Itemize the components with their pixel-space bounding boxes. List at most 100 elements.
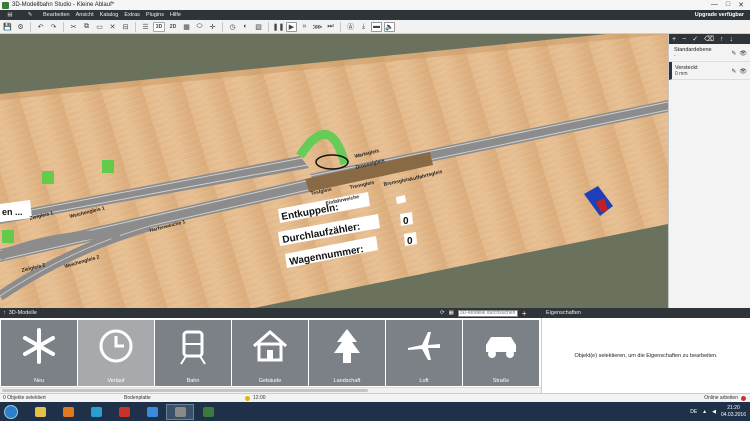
- copy-icon[interactable]: ⧉: [81, 22, 92, 32]
- asterisk-icon: [23, 328, 55, 364]
- taskbar-explorer-icon[interactable]: [26, 404, 54, 420]
- remove-layer-icon[interactable]: −: [682, 36, 686, 43]
- title-bar: 3D-Modellbahn Studio - Kleine Ablauf* — …: [0, 0, 750, 10]
- clear-layer-icon[interactable]: ⌫: [704, 35, 714, 43]
- settings-gear-icon[interactable]: ⚙: [15, 22, 26, 32]
- move-down-icon[interactable]: ↓: [729, 36, 733, 43]
- eye-icon[interactable]: 👁: [739, 50, 747, 57]
- menu-ansicht[interactable]: Ansicht: [73, 12, 97, 18]
- file-menu-icon[interactable]: ▤: [0, 12, 20, 18]
- save-icon[interactable]: 💾: [2, 22, 13, 32]
- language-indicator[interactable]: DE: [690, 409, 697, 415]
- grid-view-icon[interactable]: ▦: [449, 310, 454, 316]
- category-label: Straße: [492, 378, 510, 384]
- eye-icon[interactable]: 👁: [739, 68, 747, 75]
- catalog-search-input[interactable]: [457, 309, 518, 317]
- tray-clock[interactable]: 21:20 04.03.2016: [721, 405, 746, 419]
- taskbar-app-green-icon[interactable]: [194, 404, 222, 420]
- status-bar: 0 Objekte selektiert Bodenplatte 12:00 O…: [0, 393, 750, 402]
- clock-icon[interactable]: ◷: [227, 22, 238, 32]
- tray-volume-icon[interactable]: ◀: [712, 409, 716, 415]
- snap-icon[interactable]: ✛: [207, 22, 218, 32]
- add-layer-icon[interactable]: +: [672, 36, 676, 43]
- taskbar-ie-icon[interactable]: [138, 404, 166, 420]
- online-indicator-icon: [741, 395, 746, 401]
- mode-3d-button[interactable]: 3D: [153, 21, 165, 32]
- category-landschaft[interactable]: Landschaft: [309, 320, 385, 386]
- clock-date: 04.03.2016: [720, 411, 746, 418]
- windows-taskbar: DE ▲ ◀ 21:20 04.03.2016: [0, 402, 750, 421]
- menu-katalog[interactable]: Katalog: [97, 12, 122, 18]
- clock-time: 21:20: [727, 404, 740, 411]
- train-icon: [180, 330, 206, 365]
- window-title: 3D-Modellbahn Studio - Kleine Ablauf*: [12, 2, 115, 8]
- move-up-icon[interactable]: ↑: [720, 36, 724, 43]
- airplane-icon: [408, 332, 440, 360]
- undo-icon[interactable]: ↶: [35, 22, 46, 32]
- house-icon: [253, 330, 287, 362]
- redo-icon[interactable]: ↷: [48, 22, 59, 32]
- pin-icon[interactable]: ✎: [731, 68, 736, 75]
- menu-plugins[interactable]: Plugins: [143, 12, 167, 18]
- category-gebaeude[interactable]: Gebäude: [232, 320, 308, 386]
- category-label: Neu: [33, 378, 45, 384]
- maximize-button[interactable]: □: [726, 1, 730, 9]
- edit-pen-icon[interactable]: ✎: [20, 12, 40, 18]
- layer-item[interactable]: Standardebene - ✎ 👁: [669, 44, 750, 62]
- paste-icon[interactable]: ▭: [94, 22, 105, 32]
- menu-hilfe[interactable]: Hilfe: [167, 12, 184, 18]
- refresh-icon[interactable]: ⟳: [440, 310, 445, 316]
- delete-icon[interactable]: ✕: [107, 22, 118, 32]
- grid-icon[interactable]: ▦: [181, 22, 192, 32]
- add-model-icon[interactable]: +: [522, 309, 527, 318]
- fastest-forward-icon[interactable]: ⋙: [312, 22, 323, 32]
- properties-panel: Objekt(e) selektieren, um die Eigenschaf…: [541, 318, 750, 393]
- car-icon: [486, 337, 516, 358]
- minimize-button[interactable]: —: [711, 1, 718, 9]
- camera-icon[interactable]: ⬭: [194, 22, 205, 32]
- category-verlauf[interactable]: Verlauf: [78, 320, 154, 386]
- skip-icon[interactable]: ⏭: [325, 22, 336, 32]
- sign-text-partial: en ...: [2, 207, 23, 217]
- track-segment-green: [102, 160, 114, 173]
- sun-icon: [245, 395, 250, 401]
- fast-forward-icon[interactable]: »: [299, 22, 310, 32]
- tray-network-icon[interactable]: ▲: [702, 409, 707, 415]
- app-logo-icon: [2, 1, 9, 9]
- category-neu[interactable]: Neu: [1, 320, 77, 386]
- align-icon[interactable]: ⊟: [120, 22, 131, 32]
- list-view-icon[interactable]: ☰: [140, 22, 151, 32]
- taskbar-modellbahn-icon[interactable]: [166, 403, 194, 420]
- start-button[interactable]: [4, 404, 18, 419]
- download-icon[interactable]: ⤓: [358, 22, 369, 32]
- mode-2d-button[interactable]: 2D: [167, 22, 179, 32]
- track-segment-green: [2, 230, 14, 243]
- layer-item[interactable]: Versteckt 0 mm ✎ 👁: [669, 62, 750, 80]
- cut-icon[interactable]: ✂: [68, 22, 79, 32]
- catalog-header: ↑ 3D-Modelle ⟳ ▦ + Eigenschaften: [0, 308, 750, 318]
- play-icon[interactable]: ▶: [286, 21, 297, 32]
- sound-icon[interactable]: 🔈: [384, 21, 395, 32]
- category-strasse[interactable]: Straße: [463, 320, 539, 386]
- pin-icon[interactable]: ✎: [731, 50, 736, 57]
- sky-icon[interactable]: ▧: [253, 22, 264, 32]
- text-tool-icon[interactable]: Ⓐ: [345, 22, 356, 32]
- tree-icon: [334, 329, 360, 363]
- menu-extras[interactable]: Extras: [121, 12, 143, 18]
- edit-layer-icon[interactable]: ✓: [692, 35, 698, 43]
- online-status[interactable]: Online arbeiten: [704, 395, 738, 401]
- menu-bearbeiten[interactable]: Bearbeiten: [40, 12, 73, 18]
- category-luft[interactable]: Luft: [386, 320, 462, 386]
- screen-icon[interactable]: ▬: [371, 21, 382, 32]
- 3d-viewport[interactable]: en ... Entkuppeln: Durchlaufzähler: Wage…: [0, 34, 668, 308]
- taskbar-media-icon[interactable]: [54, 404, 82, 420]
- upgrade-link[interactable]: Upgrade verfügbar: [695, 12, 750, 18]
- close-button[interactable]: ✕: [738, 1, 744, 9]
- pause-icon[interactable]: ❚❚: [273, 22, 285, 32]
- weather-icon[interactable]: ◐: [240, 22, 251, 32]
- category-bahn[interactable]: Bahn: [155, 320, 231, 386]
- taskbar-app-red-icon[interactable]: [110, 404, 138, 420]
- catalog-categories: Neu Verlauf Bahn Gebäude Landschaft Luft…: [0, 318, 541, 387]
- taskbar-app-blue-icon[interactable]: [82, 404, 110, 420]
- selection-count: 0 Objekte selektiert: [3, 395, 46, 401]
